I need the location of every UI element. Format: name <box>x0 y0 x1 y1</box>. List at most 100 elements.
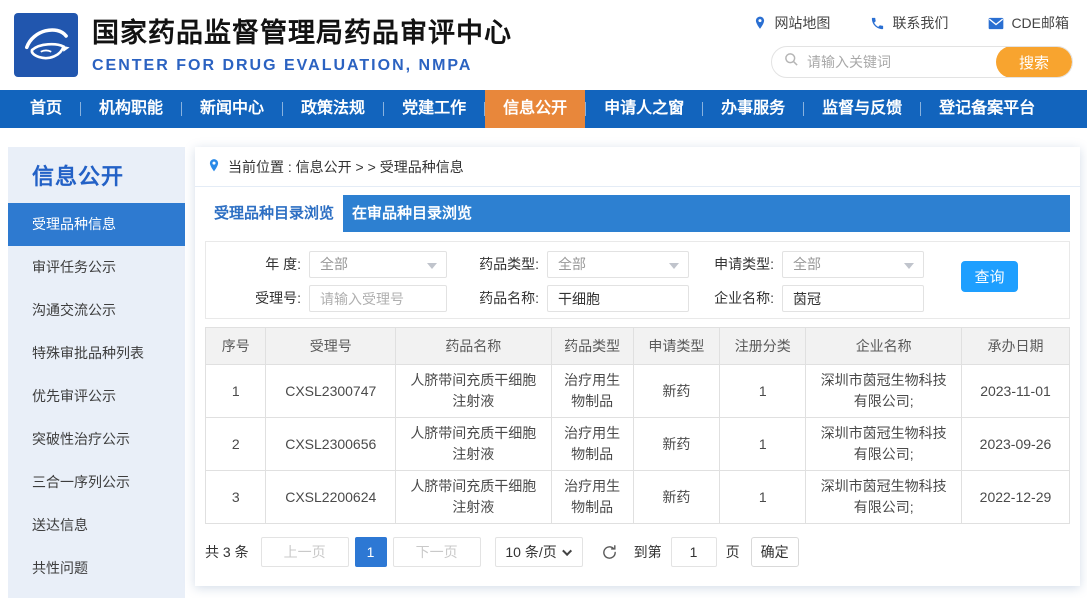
cell-reg-class: 1 <box>720 471 806 524</box>
sidebar-item-special-approval[interactable]: 特殊审批品种列表 <box>8 332 185 375</box>
pagination-bar: 共 3 条 上一页 1 下一页 10 条/页 到第 页 确定 <box>205 537 1070 567</box>
cell-company: 深圳市茵冠生物科技有限公司; <box>806 471 962 524</box>
magnifier-icon <box>784 52 799 72</box>
col-drug-type: 药品类型 <box>551 328 633 365</box>
nav-item-registration-platform[interactable]: 登记备案平台 <box>921 90 1053 128</box>
cell-drug-name: 人脐带间充质干细胞注射液 <box>396 418 552 471</box>
cell-drug-name: 人脐带间充质干细胞注射液 <box>396 471 552 524</box>
drug-name-input[interactable] <box>547 285 689 312</box>
breadcrumb: 当前位置 : 信息公开 > > 受理品种信息 <box>195 147 1080 187</box>
cell-company: 深圳市茵冠生物科技有限公司; <box>806 418 962 471</box>
table-row: 1 CXSL2300747 人脐带间充质干细胞注射液 治疗用生物制品 新药 1 … <box>206 365 1070 418</box>
filter-panel: 年 度: 全部 药品类型: 全部 申请类型: 全部 受理号: 药品名称: 企业名… <box>205 241 1070 319</box>
cell-acceptance-no: CXSL2300656 <box>266 418 396 471</box>
search-bar: 搜索 <box>771 46 1073 78</box>
site-subtitle: CENTER FOR DRUG EVALUATION, NMPA <box>92 57 512 75</box>
sidebar-item-breakthrough-therapy[interactable]: 突破性治疗公示 <box>8 418 185 461</box>
breadcrumb-pin-icon <box>207 157 221 177</box>
mail-link[interactable]: CDE邮箱 <box>988 13 1069 33</box>
chevron-down-icon <box>427 263 437 269</box>
swan-logo-icon <box>18 15 74 76</box>
nav-item-functions[interactable]: 机构职能 <box>81 90 181 128</box>
acceptance-no-label: 受理号: <box>216 285 301 312</box>
current-page-button[interactable]: 1 <box>355 537 387 567</box>
col-date: 承办日期 <box>961 328 1069 365</box>
apply-type-select[interactable]: 全部 <box>782 251 924 278</box>
cell-acceptance-no: CXSL2200624 <box>266 471 396 524</box>
tab-accepted-catalog[interactable]: 受理品种目录浏览 <box>205 195 343 232</box>
sidebar-item-three-in-one[interactable]: 三合一序列公示 <box>8 461 185 504</box>
cell-reg-class: 1 <box>720 418 806 471</box>
nav-item-info-disclosure[interactable]: 信息公开 <box>485 90 585 128</box>
cell-acceptance-no: CXSL2300747 <box>266 365 396 418</box>
page-size-select[interactable]: 10 条/页 <box>495 537 583 567</box>
location-pin-icon <box>753 15 767 31</box>
prev-page-button[interactable]: 上一页 <box>261 537 349 567</box>
col-seq: 序号 <box>206 328 266 365</box>
breadcrumb-text: 当前位置 : 信息公开 > > 受理品种信息 <box>228 157 464 177</box>
acceptance-no-input[interactable] <box>309 285 447 312</box>
search-input[interactable] <box>799 54 996 70</box>
main-panel: 当前位置 : 信息公开 > > 受理品种信息 受理品种目录浏览 在审品种目录浏览… <box>195 147 1080 586</box>
col-reg-class: 注册分类 <box>720 328 806 365</box>
tab-under-review-catalog[interactable]: 在审品种目录浏览 <box>343 195 481 232</box>
sidebar-item-accepted-varieties[interactable]: 受理品种信息 <box>8 203 185 246</box>
search-button[interactable]: 搜索 <box>996 46 1072 78</box>
goto-page-input[interactable] <box>671 537 717 567</box>
goto-page-suffix: 页 <box>726 542 740 562</box>
year-label: 年 度: <box>216 251 301 278</box>
table-row: 3 CXSL2200624 人脐带间充质干细胞注射液 治疗用生物制品 新药 1 … <box>206 471 1070 524</box>
table-row: 2 CXSL2300656 人脐带间充质干细胞注射液 治疗用生物制品 新药 1 … <box>206 418 1070 471</box>
main-nav: 首页 机构职能 新闻中心 政策法规 党建工作 信息公开 申请人之窗 办事服务 监… <box>0 90 1087 128</box>
apply-type-label: 申请类型: <box>689 251 774 278</box>
query-button[interactable]: 查询 <box>961 261 1018 292</box>
sitemap-link[interactable]: 网站地图 <box>753 13 830 33</box>
sidebar-item-common-questions[interactable]: 共性问题 <box>8 547 185 590</box>
nav-item-services[interactable]: 办事服务 <box>703 90 803 128</box>
cell-date: 2022-12-29 <box>961 471 1069 524</box>
site-title-block: 国家药品监督管理局药品审评中心 CENTER FOR DRUG EVALUATI… <box>92 11 512 75</box>
drug-name-label: 药品名称: <box>454 285 539 312</box>
cell-apply-type: 新药 <box>633 418 719 471</box>
cell-reg-class: 1 <box>720 365 806 418</box>
nav-item-party[interactable]: 党建工作 <box>384 90 484 128</box>
nav-item-policy[interactable]: 政策法规 <box>283 90 383 128</box>
total-count: 共 3 条 <box>205 542 249 562</box>
contact-label: 联系我们 <box>892 13 948 33</box>
chevron-down-icon <box>562 546 572 556</box>
nav-item-applicant[interactable]: 申请人之窗 <box>586 90 702 128</box>
col-acceptance-no: 受理号 <box>266 328 396 365</box>
nav-item-news[interactable]: 新闻中心 <box>182 90 282 128</box>
company-name-label: 企业名称: <box>689 285 774 312</box>
nav-item-home[interactable]: 首页 <box>12 90 80 128</box>
cell-date: 2023-09-26 <box>961 418 1069 471</box>
col-drug-name: 药品名称 <box>396 328 552 365</box>
col-company: 企业名称 <box>806 328 962 365</box>
content-area: 信息公开 受理品种信息 审评任务公示 沟通交流公示 特殊审批品种列表 优先审评公… <box>0 128 1087 598</box>
confirm-button[interactable]: 确定 <box>751 537 799 567</box>
sidebar-item-delivery-info[interactable]: 送达信息 <box>8 504 185 547</box>
table-header-row: 序号 受理号 药品名称 药品类型 申请类型 注册分类 企业名称 承办日期 <box>206 328 1070 365</box>
mail-label: CDE邮箱 <box>1011 13 1069 33</box>
cell-apply-type: 新药 <box>633 365 719 418</box>
drug-type-select[interactable]: 全部 <box>547 251 689 278</box>
cell-drug-type: 治疗用生物制品 <box>551 365 633 418</box>
year-select[interactable]: 全部 <box>309 251 447 278</box>
sidebar-item-priority-review[interactable]: 优先审评公示 <box>8 375 185 418</box>
cell-drug-type: 治疗用生物制品 <box>551 418 633 471</box>
goto-page-label: 到第 <box>634 542 662 562</box>
cell-seq: 3 <box>206 471 266 524</box>
sidebar-title: 信息公开 <box>8 147 185 203</box>
nav-item-supervision[interactable]: 监督与反馈 <box>804 90 920 128</box>
cell-drug-name: 人脐带间充质干细胞注射液 <box>396 365 552 418</box>
cell-apply-type: 新药 <box>633 471 719 524</box>
sidebar: 信息公开 受理品种信息 审评任务公示 沟通交流公示 特殊审批品种列表 优先审评公… <box>8 147 185 598</box>
sidebar-item-communication[interactable]: 沟通交流公示 <box>8 289 185 332</box>
sidebar-item-review-tasks[interactable]: 审评任务公示 <box>8 246 185 289</box>
contact-link[interactable]: 联系我们 <box>870 13 948 33</box>
refresh-icon[interactable] <box>601 544 618 561</box>
company-name-input[interactable] <box>782 285 924 312</box>
cell-seq: 2 <box>206 418 266 471</box>
next-page-button[interactable]: 下一页 <box>393 537 481 567</box>
cell-company: 深圳市茵冠生物科技有限公司; <box>806 365 962 418</box>
